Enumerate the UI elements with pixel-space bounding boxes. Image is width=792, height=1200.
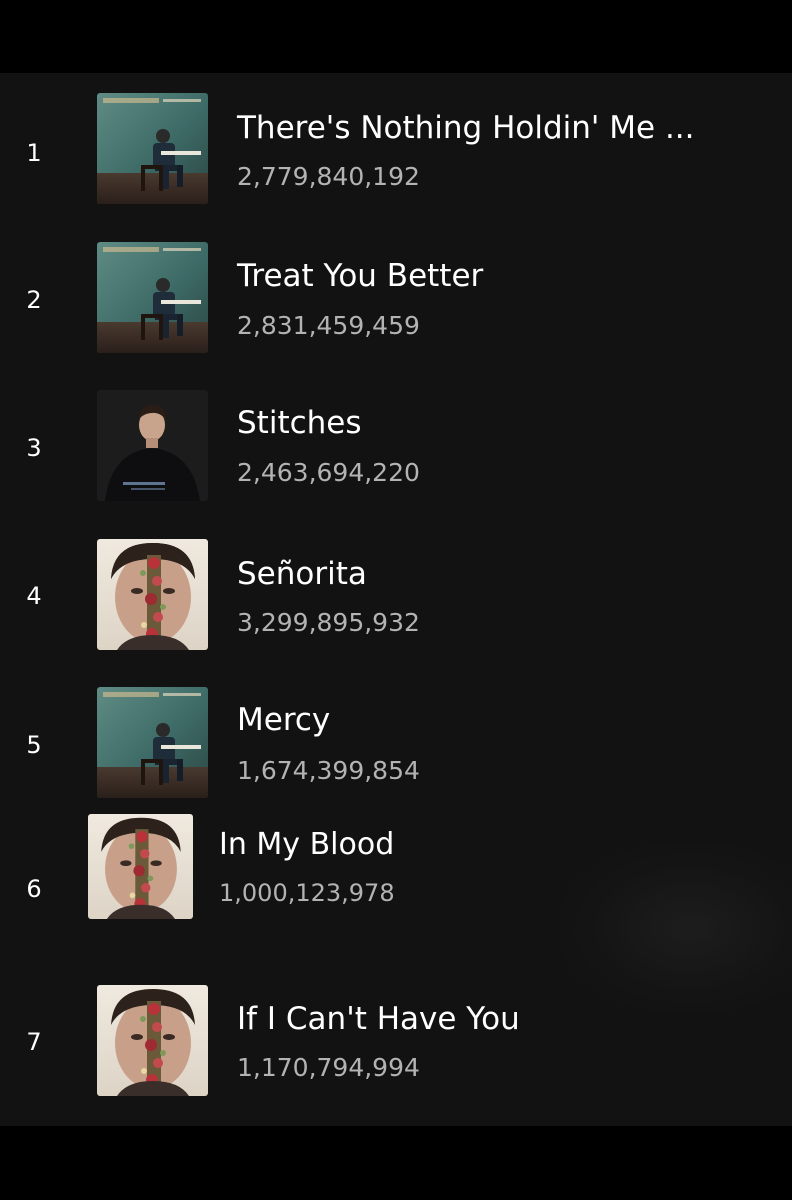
track-stream-count: 3,299,895,932 — [237, 608, 420, 637]
shawn-mendes-flower-cover-art — [88, 814, 193, 919]
track-rank: 6 — [26, 875, 42, 903]
track-row-2[interactable]: 2 Treat You Better 2,831,459,459 — [0, 242, 792, 354]
track-stream-count: 2,463,694,220 — [237, 458, 420, 487]
track-title: Stitches — [237, 405, 362, 441]
track-row-1[interactable]: 1 There's Nothing Holdin' Me ... 2,779,8… — [0, 93, 792, 205]
shawn-mendes-flower-cover-art — [97, 985, 208, 1096]
illuminate-cover-art — [97, 93, 208, 204]
track-stream-count: 1,000,123,978 — [219, 879, 395, 907]
track-title: Señorita — [237, 556, 367, 592]
handwritten-cover-art — [97, 390, 208, 501]
track-title: In My Blood — [219, 827, 395, 862]
track-row-6[interactable]: 6 In My Blood 1,000,123,978 — [0, 814, 792, 926]
track-stream-count: 2,779,840,192 — [237, 162, 420, 191]
illuminate-cover-art — [97, 242, 208, 353]
track-rank: 4 — [26, 582, 42, 610]
track-rank: 5 — [26, 731, 42, 759]
track-title: Mercy — [237, 702, 331, 738]
track-list: 1 There's Nothing Holdin' Me ... 2,779,8… — [0, 73, 792, 1126]
track-rank: 2 — [26, 286, 42, 314]
track-rank: 3 — [26, 434, 42, 462]
track-row-3[interactable]: 3 Stitches 2,463,694,220 — [0, 390, 792, 502]
track-row-4[interactable]: 4 Señorita 3,299,895,932 — [0, 538, 792, 650]
track-title: Treat You Better — [237, 258, 484, 294]
illuminate-cover-art — [97, 687, 208, 798]
track-row-7[interactable]: 7 If I Can't Have You 1,170,794,994 — [0, 985, 792, 1097]
track-stream-count: 1,674,399,854 — [237, 756, 420, 785]
shawn-mendes-flower-cover-art — [97, 539, 208, 650]
track-title: If I Can't Have You — [237, 1001, 520, 1037]
track-rank: 1 — [26, 139, 42, 167]
track-row-5[interactable]: 5 Mercy 1,674,399,854 — [0, 687, 792, 799]
track-rank: 7 — [26, 1028, 42, 1056]
track-stream-count: 2,831,459,459 — [237, 311, 420, 340]
track-stream-count: 1,170,794,994 — [237, 1053, 420, 1082]
track-title: There's Nothing Holdin' Me ... — [237, 110, 695, 146]
